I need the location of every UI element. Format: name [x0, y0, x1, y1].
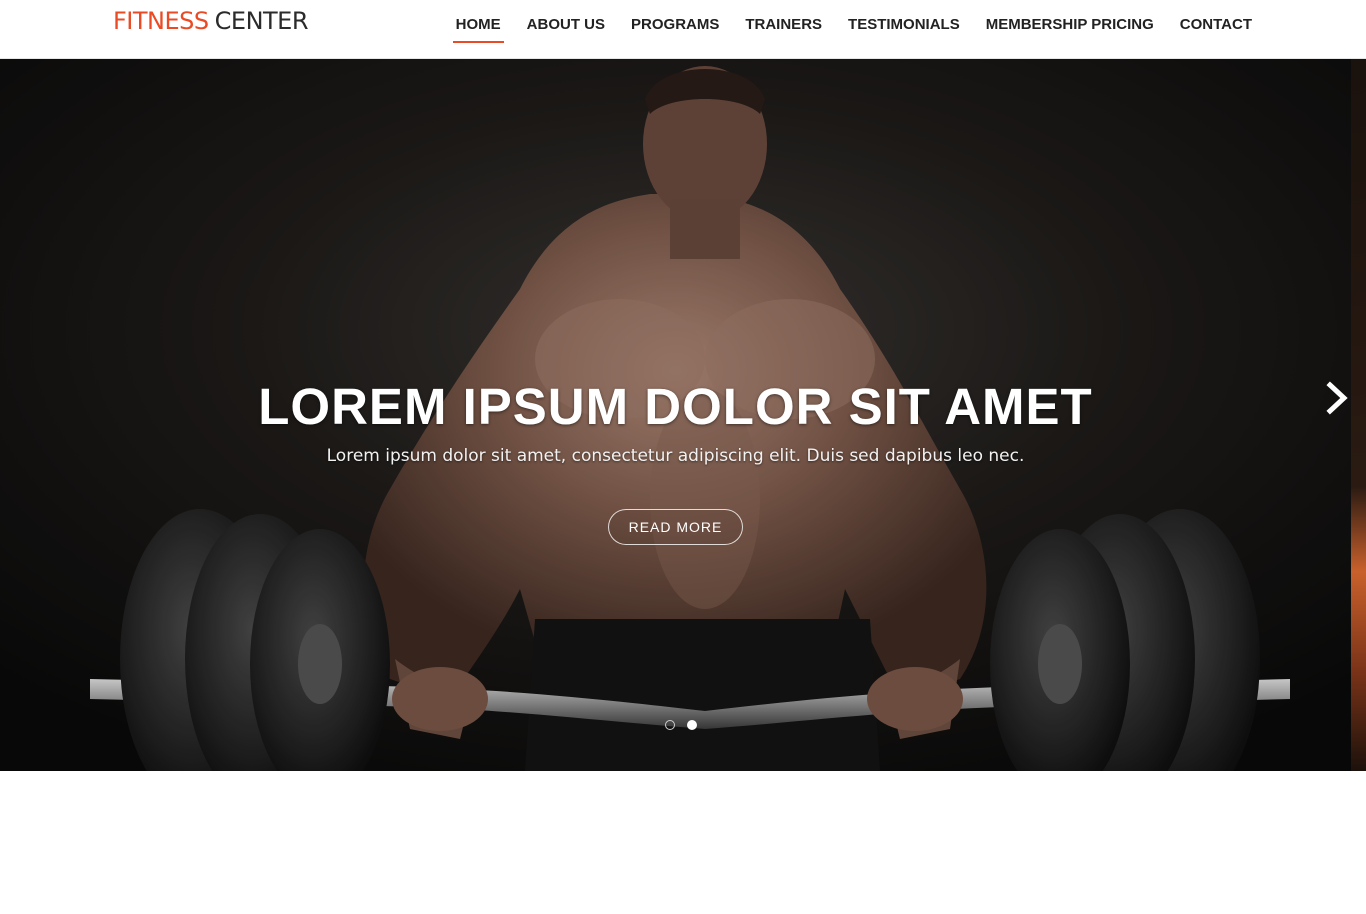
next-slide-peek: [1351, 59, 1366, 771]
read-more-button[interactable]: READ MORE: [608, 509, 743, 545]
slider-pagination: [665, 720, 697, 730]
main-nav: HOME ABOUT US PROGRAMS TRAINERS TESTIMON…: [452, 14, 1253, 43]
nav-item-testimonials[interactable]: TESTIMONIALS: [847, 14, 961, 43]
nav-item-about-us[interactable]: ABOUT US: [526, 14, 606, 43]
hero-slider: LOREM IPSUM DOLOR SIT AMET Lorem ipsum d…: [0, 59, 1366, 771]
slider-dot-1[interactable]: [665, 720, 675, 730]
nav-item-home[interactable]: HOME: [452, 14, 504, 43]
nav-item-contact[interactable]: CONTACT: [1179, 14, 1253, 43]
page-content-area: [0, 771, 1366, 914]
slider-next-button[interactable]: [1324, 381, 1352, 415]
nav-item-programs[interactable]: PROGRAMS: [630, 14, 720, 43]
slider-dot-2[interactable]: [687, 720, 697, 730]
logo[interactable]: FITNESS CENTER: [113, 6, 309, 36]
hero-subtitle: Lorem ipsum dolor sit amet, consectetur …: [326, 446, 1025, 466]
logo-text-center: CENTER: [214, 7, 309, 35]
nav-item-membership-pricing[interactable]: MEMBERSHIP PRICING: [985, 14, 1155, 43]
logo-text-fitness: FITNESS: [113, 7, 209, 35]
site-header: FITNESS CENTER HOME ABOUT US PROGRAMS TRA…: [0, 0, 1366, 59]
hero-title: LOREM IPSUM DOLOR SIT AMET: [258, 378, 1093, 435]
chevron-right-icon: [1326, 381, 1348, 415]
nav-item-trainers[interactable]: TRAINERS: [744, 14, 823, 43]
